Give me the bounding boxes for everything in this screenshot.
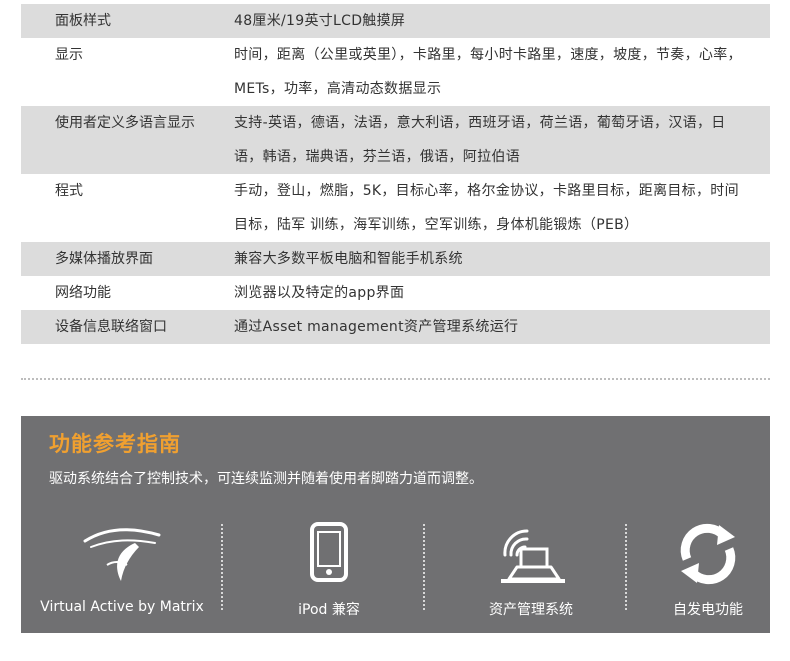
spec-row-multimedia: 多媒体播放界面 兼容大多数平板电脑和智能手机系统 (21, 242, 770, 276)
spec-value: 通过Asset management资产管理系统运行 (234, 319, 519, 335)
asset-management-icon (501, 529, 565, 583)
self-power-icon (680, 523, 736, 585)
spec-table: 面板样式 48厘米/19英寸LCD触摸屏 显示 时间，距离（公里或英里），卡路里… (21, 4, 770, 344)
spec-value: 支持-英语，德语，法语，意大利语，西班牙语，荷兰语，葡萄牙语，汉语，日语，韩语，… (234, 115, 726, 165)
feature-virtual-active: Virtual Active by Matrix (29, 521, 215, 633)
spec-row-display: 显示 时间，距离（公里或英里），卡路里，每小时卡路里，速度，坡度，节奏，心率，M… (21, 38, 770, 106)
guide-title: 功能参考指南 (49, 432, 181, 456)
feature-self-power: 自发电功能 (623, 521, 790, 633)
spec-key: 显示 (55, 47, 83, 63)
spec-key: 程式 (55, 183, 83, 199)
feature-asset-management: 资产管理系统 (435, 521, 627, 633)
virtual-active-icon (83, 528, 161, 581)
feature-label: 资产管理系统 (489, 602, 573, 618)
ipod-icon (310, 522, 348, 582)
spec-key: 网络功能 (55, 285, 111, 301)
spec-key: 面板样式 (55, 13, 111, 29)
feature-guide-panel: 功能参考指南 驱动系统结合了控制技术，可连续监测并随着使用者脚踏力道而调整。 V… (21, 416, 770, 633)
spec-row-network: 网络功能 浏览器以及特定的app界面 (21, 276, 770, 310)
spec-key: 使用者定义多语言显示 (55, 115, 195, 131)
spec-value: 手动，登山，燃脂，5K，目标心率，格尔金协议，卡路里目标，距离目标，时间目标，陆… (234, 183, 739, 233)
spec-value: 48厘米/19英寸LCD触摸屏 (234, 13, 406, 29)
feature-ipod: iPod 兼容 (237, 521, 421, 633)
guide-description: 驱动系统结合了控制技术，可连续监测并随着使用者脚踏力道而调整。 (49, 471, 483, 487)
feature-separator (221, 524, 223, 610)
spec-row-programs: 程式 手动，登山，燃脂，5K，目标心率，格尔金协议，卡路里目标，距离目标，时间目… (21, 174, 770, 242)
feature-label: 自发电功能 (673, 602, 743, 618)
dotted-divider (21, 378, 770, 380)
spec-key: 设备信息联络窗口 (55, 319, 167, 335)
feature-label: Virtual Active by Matrix (40, 599, 204, 615)
spec-value: 浏览器以及特定的app界面 (234, 285, 405, 301)
spec-row-languages: 使用者定义多语言显示 支持-英语，德语，法语，意大利语，西班牙语，荷兰语，葡萄牙… (21, 106, 770, 174)
spec-value: 时间，距离（公里或英里），卡路里，每小时卡路里，速度，坡度，节奏，心率，METs… (234, 47, 742, 97)
spec-row-asset: 设备信息联络窗口 通过Asset management资产管理系统运行 (21, 310, 770, 344)
feature-separator (423, 524, 425, 610)
spec-value: 兼容大多数平板电脑和智能手机系统 (234, 251, 463, 267)
spec-row-panel: 面板样式 48厘米/19英寸LCD触摸屏 (21, 4, 770, 38)
spec-key: 多媒体播放界面 (55, 251, 153, 267)
feature-label: iPod 兼容 (298, 602, 360, 618)
